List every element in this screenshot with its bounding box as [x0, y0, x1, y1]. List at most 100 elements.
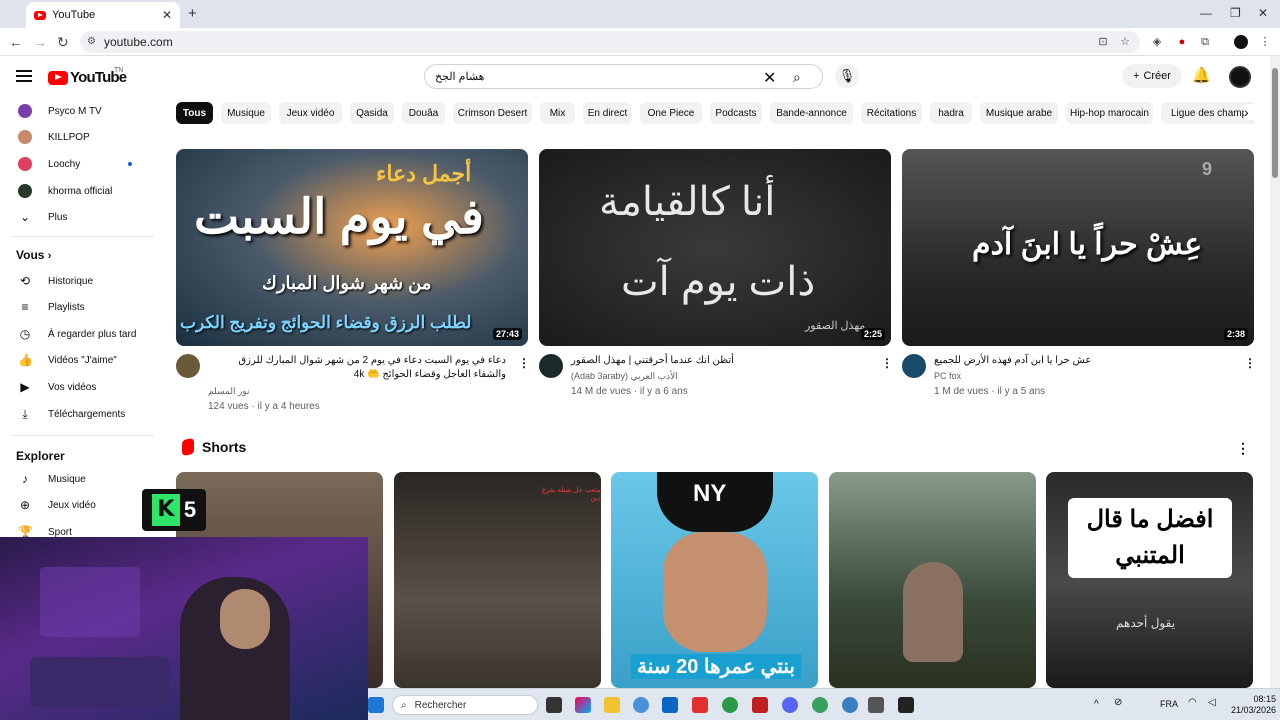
chip-jeux-video[interactable]: Jeux vidéo	[279, 102, 342, 124]
search-icon[interactable]: ⌕	[793, 69, 801, 86]
sidebar-item-watch-later[interactable]: ◷ À regarder plus tard	[0, 321, 156, 347]
input-language[interactable]: FRA	[1160, 699, 1178, 709]
extensions-puzzle-icon[interactable]: ⧉	[1198, 35, 1212, 49]
chip-podcasts[interactable]: Podcasts	[710, 102, 762, 124]
taskbar-clock[interactable]: 08:15 21/03/2026	[1230, 694, 1276, 716]
chevron-up-icon[interactable]: ^	[1094, 699, 1104, 710]
short-card[interactable]	[829, 472, 1036, 688]
chrome-icon[interactable]	[812, 697, 828, 713]
youtube-logo[interactable]: YouTube TN	[48, 67, 127, 86]
sidebar-item-loochy[interactable]: Loochy	[0, 151, 156, 177]
discord-icon[interactable]	[782, 697, 798, 713]
app-icon[interactable]	[662, 697, 678, 713]
chip-recitations[interactable]: Récitations	[861, 102, 922, 124]
close-window-icon[interactable]: ✕	[1258, 6, 1268, 20]
app-icon[interactable]	[692, 697, 708, 713]
sidebar-item-downloads[interactable]: ⤓ Téléchargements	[0, 401, 156, 427]
sidebar-item-music[interactable]: ♪ Musique	[0, 466, 156, 492]
chevron-right-icon[interactable]: ›	[1244, 104, 1258, 120]
video-thumbnail[interactable]: أنا كالقيامة ذات يوم آت مهذل الصقور 2:25	[539, 149, 891, 346]
app-icon[interactable]	[752, 697, 768, 713]
chrome-icon[interactable]	[842, 697, 858, 713]
maximize-icon[interactable]: ❐	[1230, 6, 1241, 20]
chip-qasida[interactable]: Qasida	[350, 102, 394, 124]
short-card[interactable]: NY بنتي عمرها 20 سنة	[611, 472, 818, 688]
profile-icon[interactable]	[1234, 35, 1248, 49]
video-title[interactable]: أتظن انك عندما أحرقتني | مهذل الصقور	[571, 354, 871, 368]
app-icon[interactable]	[868, 697, 884, 713]
video-title[interactable]: دعاء في يوم السبت دعاء في يوم 2 من شهر ش…	[206, 354, 506, 382]
taskbar-search[interactable]: ⌕ Rechercher	[392, 695, 538, 715]
network-icon[interactable]: ⊘	[1114, 697, 1130, 713]
browser-menu-icon[interactable]: ⋮	[1258, 35, 1272, 49]
channel-name[interactable]: (Adab 3araby) الأدب العربي	[571, 371, 678, 382]
new-tab-icon[interactable]: +	[188, 5, 197, 22]
create-button[interactable]: + Créer	[1122, 64, 1182, 88]
sidebar-item-gaming[interactable]: ⊕ Jeux vidéo	[0, 492, 156, 518]
address-bar[interactable]: ⚙ youtube.com	[80, 31, 1140, 53]
browser-tab[interactable]: YouTube ✕	[26, 2, 180, 28]
sidebar-item-khorma-official[interactable]: khorma official	[0, 178, 156, 204]
install-app-icon[interactable]: ⊡	[1096, 35, 1110, 49]
channel-name[interactable]: PC fox	[934, 371, 961, 381]
more-options-icon[interactable]: ⋮	[1236, 440, 1250, 457]
more-options-icon[interactable]: ⋮	[881, 356, 893, 370]
task-view-icon[interactable]	[546, 697, 562, 713]
wifi-icon[interactable]: ◠	[1188, 697, 1204, 713]
sidebar-item-liked-videos[interactable]: 👍 Vidéos "J'aime"	[0, 347, 156, 373]
sidebar-item-killpop[interactable]: KILLPOP	[0, 124, 156, 150]
sidebar-item-psyco-m-tv[interactable]: Psyco M TV	[0, 98, 156, 124]
chip-tous[interactable]: Tous	[176, 102, 213, 124]
microphone-icon[interactable]: 🎙	[835, 64, 859, 88]
more-options-icon[interactable]: ⋮	[1244, 356, 1256, 370]
windows-start-icon[interactable]	[368, 697, 384, 713]
reload-icon[interactable]: ↻	[57, 34, 69, 51]
chip-musique-arabe[interactable]: Musique arabe	[980, 102, 1058, 124]
chrome-icon[interactable]	[722, 697, 738, 713]
channel-avatar[interactable]	[539, 354, 563, 378]
channel-avatar[interactable]	[902, 354, 926, 378]
minimize-icon[interactable]: —	[1200, 6, 1212, 20]
chip-bande-annonce[interactable]: Bande-annonce	[770, 102, 853, 124]
short-card[interactable]: متعب خل شبله يفرغ دين	[394, 472, 601, 688]
video-title[interactable]: عش حرا يا ابن آدم فهذه الأرض للجميع	[934, 354, 1234, 368]
bookmark-star-icon[interactable]: ☆	[1118, 35, 1132, 49]
video-thumbnail[interactable]: أجمل دعاء في يوم السبت من شهر شوال المبا…	[176, 149, 528, 346]
extension-badge-icon[interactable]: ●	[1175, 35, 1189, 49]
account-avatar[interactable]	[1229, 66, 1251, 88]
chip-crimson-desert[interactable]: Crimson Desert	[453, 102, 532, 124]
chip-mix[interactable]: Mix	[540, 102, 575, 124]
chrome-icon[interactable]	[633, 697, 649, 713]
copilot-icon[interactable]	[575, 697, 591, 713]
close-tab-icon[interactable]: ✕	[162, 8, 172, 22]
extension-icon[interactable]: ◈	[1150, 35, 1164, 49]
hamburger-menu-icon[interactable]	[16, 70, 32, 82]
video-thumbnail[interactable]: 9 عِشْ حراً يا ابنَ آدم 2:38	[902, 149, 1254, 346]
chip-en-direct[interactable]: En direct	[583, 102, 632, 124]
chip-hip-hop-marocain[interactable]: Hip-hop marocain	[1066, 102, 1153, 124]
sidebar-item-more[interactable]: ⌄ Plus	[0, 204, 156, 230]
you-heading[interactable]: Vous ›	[16, 248, 51, 262]
epic-games-icon[interactable]	[898, 697, 914, 713]
site-info-icon[interactable]: ⚙	[87, 36, 96, 47]
volume-icon[interactable]: ◁	[1208, 697, 1224, 713]
short-card[interactable]: افضل ما قال المتنبي يقول أحدهم	[1046, 472, 1253, 688]
chip-hadra[interactable]: hadra	[930, 102, 972, 124]
sidebar-item-your-videos[interactable]: ▶ Vos vidéos	[0, 374, 156, 400]
channel-name[interactable]: نور المسلم	[208, 386, 249, 397]
chip-musique[interactable]: Musique	[221, 102, 271, 124]
forward-icon[interactable]: →	[33, 34, 47, 50]
search-box[interactable]: هشام الجخ ✕ ⌕	[424, 64, 823, 89]
chip-one-piece[interactable]: One Piece	[640, 102, 702, 124]
sidebar-item-playlists[interactable]: ≡ Playlists	[0, 294, 156, 320]
channel-avatar[interactable]	[176, 354, 200, 378]
scrollbar-thumb[interactable]	[1272, 68, 1278, 178]
notifications-bell-icon[interactable]: 🔔	[1192, 66, 1211, 84]
chip-douaa[interactable]: Douâa	[402, 102, 445, 124]
sidebar-item-history[interactable]: ⟲ Historique	[0, 268, 156, 294]
back-icon[interactable]: ←	[9, 34, 23, 50]
file-explorer-icon[interactable]	[604, 697, 620, 713]
page-scrollbar[interactable]	[1270, 56, 1280, 688]
chip-ligue-des-champions[interactable]: Ligue des champions	[1161, 102, 1254, 124]
more-options-icon[interactable]: ⋮	[518, 356, 530, 370]
